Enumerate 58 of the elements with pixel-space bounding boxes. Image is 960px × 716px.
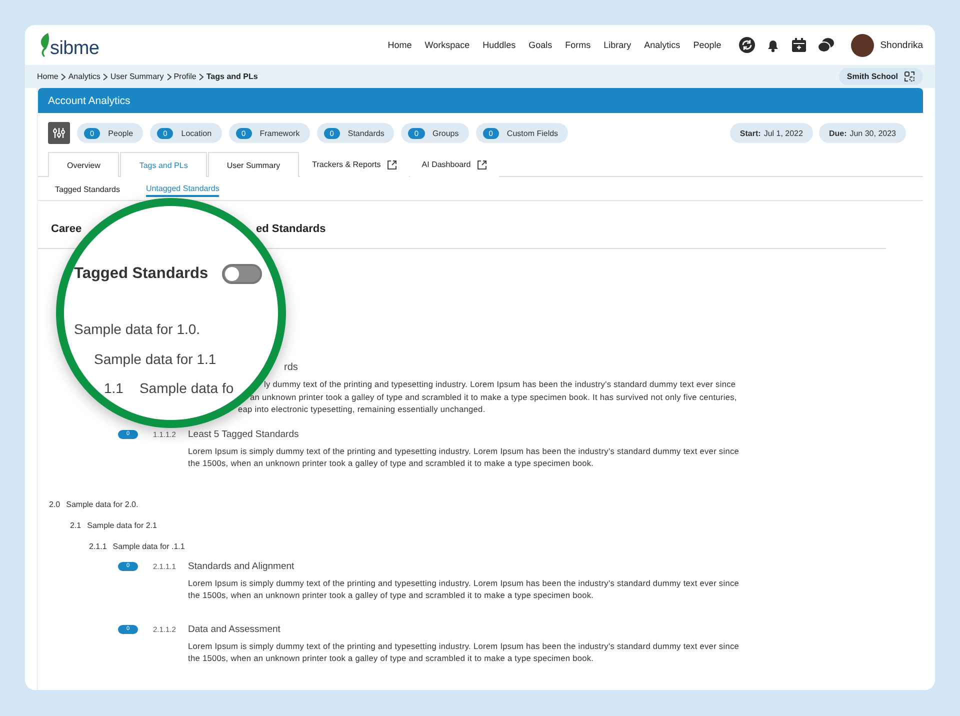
nav-link[interactable]: Workspace xyxy=(424,40,470,50)
outline-label: Sample data for .1.1 xyxy=(112,542,185,550)
tab[interactable]: User Summary xyxy=(208,152,300,177)
breadcrumb-link[interactable]: Profile xyxy=(174,72,196,81)
standard-title: Data and Assessment xyxy=(188,624,282,634)
standard-description: Lorem Ipsum is simply dummy text of the printing and typesetting industry. Lorem Ipsum has been the industry's standard dummy text ever since the 1500s, when an unknown printer took a galley of type and scrambled it to make a type specimen book. xyxy=(188,576,740,602)
sync-icon[interactable] xyxy=(739,37,756,53)
outline-label: Sample data for 2.1 xyxy=(87,520,157,530)
external-link-icon xyxy=(476,160,487,170)
leaf-icon xyxy=(38,32,50,58)
calendar-icon[interactable] xyxy=(791,37,808,53)
nav-link[interactable]: Analytics xyxy=(644,40,680,50)
page-banner: Account Analytics xyxy=(38,88,923,113)
tab[interactable]: Tags and PLs xyxy=(120,152,207,177)
nav-link[interactable]: People xyxy=(693,40,722,50)
outline-label: Sample data for 1.0. xyxy=(74,321,200,337)
nav-link[interactable]: Home xyxy=(388,40,412,50)
logo-text: sibme xyxy=(50,39,100,58)
outline-label: Sample data fo xyxy=(139,380,234,396)
date-label: Due: Jun 30, 2023 xyxy=(818,123,906,143)
outline-number: 2.1 xyxy=(70,520,82,530)
chat-icon[interactable] xyxy=(817,37,836,53)
outline-number: 1.1 xyxy=(104,380,124,396)
nav-link[interactable]: Huddles xyxy=(482,40,516,50)
outline-number: 2.0 xyxy=(49,500,60,508)
sub-tab[interactable]: Untagged Standards xyxy=(146,184,220,197)
outline-label: Sample data for 1.1 xyxy=(94,351,216,367)
breadcrumb-link[interactable]: User Summary xyxy=(110,72,164,81)
section-heading: Caree xyxy=(51,223,83,237)
standard-description: ly dummy text of the printing and typesetting industry. Lorem Ipsum has been the industry's standard dummy text ever since xyxy=(264,379,736,389)
toggle-switch[interactable] xyxy=(222,264,262,284)
avatar[interactable] xyxy=(851,34,874,56)
standard-description: eap into electronic typesetting, remaining essentially unchanged. xyxy=(238,404,486,414)
nav-link[interactable]: Library xyxy=(604,40,632,50)
breadcrumb-link[interactable]: Home xyxy=(37,72,58,81)
user-name[interactable]: Shondrika xyxy=(880,40,923,50)
breadcrumb-link[interactable]: Tags and PLs xyxy=(206,72,258,81)
standard-description: Lorem Ipsum is simply dummy text of the printing and typesetting industry. Lorem Ipsum has been the industry's standard dummy text ever since the 1500s, when an unknown printer took a galley of type and scrambled it to make a type specimen book. xyxy=(188,444,740,470)
standard-title: Standards and Alignment xyxy=(188,560,296,572)
outline-label: Sample data for 2.0. xyxy=(66,500,138,508)
filter-settings-button[interactable] xyxy=(48,122,70,144)
external-link-icon xyxy=(386,160,397,170)
section-heading: ed Standards xyxy=(256,223,327,237)
breadcrumb-link[interactable]: Analytics xyxy=(68,72,100,81)
standard-title: rds xyxy=(284,362,298,373)
toggle-label: Tagged Standards xyxy=(74,265,208,283)
nav-link[interactable]: Forms xyxy=(565,40,591,50)
standard-title: Least 5 Tagged Standards xyxy=(188,428,300,440)
nav-link[interactable]: Goals xyxy=(528,40,552,50)
tab[interactable]: Overview xyxy=(48,152,120,177)
sliders-icon xyxy=(53,127,65,139)
sub-tab[interactable]: Tagged Standards xyxy=(55,184,120,197)
switch-icon xyxy=(904,71,915,82)
standard-description: Lorem Ipsum is simply dummy text of the printing and typesetting industry. Lorem Ipsum has been the industry's standard dummy text ever since the 1500s, when an unknown printer took a galley of type and scrambled it to make a type specimen book. xyxy=(188,640,740,664)
school-switcher[interactable]: Smith School xyxy=(838,68,923,85)
date-label: Start: Jul 1, 2022 xyxy=(730,123,813,143)
outline-number: 2.1.1 xyxy=(89,542,107,550)
standard-description: an unknown printer took a galley of type and scrambled it to make a type specimen book. It has survived not only five centuries, xyxy=(250,392,737,402)
